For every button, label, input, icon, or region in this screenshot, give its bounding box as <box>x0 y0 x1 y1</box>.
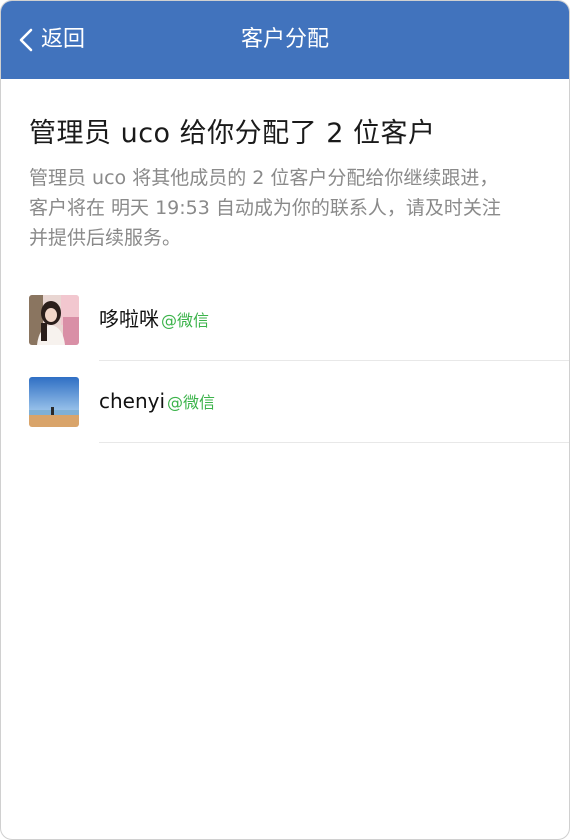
source-tag: @微信 <box>161 311 210 330</box>
description-line: 客户将在 明天 19:53 自动成为你的联系人，请及时关注 <box>29 197 501 219</box>
customer-name: 哆啦咪 @微信 <box>99 304 209 336</box>
avatar[interactable] <box>29 295 79 345</box>
description-line: 管理员 uco 将其他成员的 2 位客户分配给你继续跟进， <box>29 167 499 189</box>
customer-name: chenyi @微信 <box>99 386 215 418</box>
divider <box>99 442 569 443</box>
notice-description: 管理员 uco 将其他成员的 2 位客户分配给你继续跟进， 客户将在 明天 19… <box>29 163 544 253</box>
notice-headline: 管理员 uco 给你分配了 2 位客户 <box>29 118 436 149</box>
source-tag: @微信 <box>167 393 216 412</box>
customer-name-text: 哆啦咪 <box>99 307 159 331</box>
customer-name-text: chenyi <box>99 389 166 413</box>
customer-row[interactable]: 哆啦咪 @微信 <box>1 279 569 361</box>
avatar[interactable] <box>29 377 79 427</box>
app-window: 返回 客户分配 管理员 uco 给你分配了 2 位客户 管理员 uco 将其他成… <box>0 0 570 840</box>
customer-row[interactable]: chenyi @微信 <box>1 361 569 443</box>
page-title: 客户分配 <box>240 27 329 52</box>
description-line: 并提供后续服务。 <box>29 227 182 249</box>
navigation-bar: 返回 客户分配 <box>1 1 569 79</box>
